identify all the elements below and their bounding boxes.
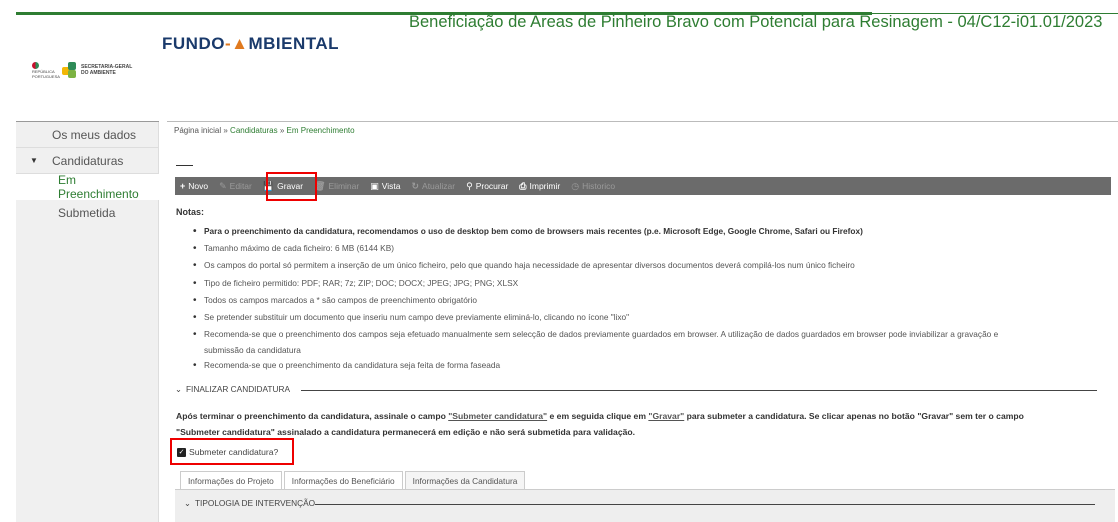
republica-logo: REPÚBLICA PORTUGUESA xyxy=(32,61,60,79)
note-item: Todos os campos marcados a * são campos … xyxy=(193,292,1103,309)
tabs: Informações do Projeto Informações do Be… xyxy=(180,471,527,489)
note-item: Os campos do portal só permitem a inserç… xyxy=(193,257,1103,274)
vista-button[interactable]: ▣ Vista xyxy=(370,177,400,195)
eliminar-button[interactable]: 🗑 Eliminar xyxy=(314,177,359,195)
finalizar-instructions: Após terminar o preenchimento da candida… xyxy=(176,411,1024,437)
main-content: Página inicial » Candidaturas » Em Preen… xyxy=(167,121,1118,522)
atualizar-button[interactable]: ↻ Atualizar xyxy=(411,177,455,195)
procurar-button[interactable]: ⚲ Procurar xyxy=(466,177,508,195)
notes-list: Para o preenchimento da candidatura, rec… xyxy=(193,223,1103,375)
finalizar-section-toggle[interactable]: ⌄ FINALIZAR CANDIDATURA xyxy=(175,384,290,394)
print-icon: ⎙ xyxy=(519,180,527,191)
sidebar-item-candidaturas[interactable]: ▼ Candidaturas xyxy=(16,148,159,174)
pencil-icon: ✎ xyxy=(219,180,227,191)
view-icon: ▣ xyxy=(370,180,379,191)
section-divider xyxy=(176,165,193,166)
plus-icon: + xyxy=(180,181,186,191)
sidebar: Os meus dados ▼ Candidaturas Em Preenchi… xyxy=(16,122,159,522)
sidebar-item-label: Candidaturas xyxy=(52,153,124,168)
government-logos: REPÚBLICA PORTUGUESA SECRETARIA-GERAL DO… xyxy=(32,50,160,90)
editar-button[interactable]: ✎ Editar xyxy=(219,177,252,195)
gravar-highlight-box xyxy=(266,172,317,201)
chevron-down-icon: ⌄ xyxy=(175,384,182,394)
sidebar-item-label: Os meus dados xyxy=(52,127,137,142)
finalizar-divider xyxy=(301,390,1097,391)
notes-title: Notas: xyxy=(176,207,205,217)
imprimir-button[interactable]: ⎙ Imprimir xyxy=(519,177,560,195)
breadcrumb-candidaturas[interactable]: Candidaturas xyxy=(230,126,278,135)
breadcrumb-em-preenchimento[interactable]: Em Preenchimento xyxy=(287,126,355,135)
note-item: Recomenda-se que o preenchimento dos cam… xyxy=(193,326,1103,357)
note-item: Para o preenchimento da candidatura, rec… xyxy=(193,223,1103,240)
note-item: Tamanho máximo de cada ficheiro: 6 MB (6… xyxy=(193,240,1103,257)
secretaria-geral-logo: SECRETARIA-GERAL DO AMBIENTE xyxy=(62,62,132,78)
novo-button[interactable]: + Novo xyxy=(180,177,208,195)
breadcrumb: Página inicial » Candidaturas » Em Preen… xyxy=(174,126,355,135)
note-item: Tipo de ficheiro permitido: PDF; RAR; 7z… xyxy=(193,275,1103,292)
tab-informacoes-candidatura[interactable]: Informações da Candidatura xyxy=(404,471,526,489)
main-top-divider xyxy=(167,121,1118,122)
caret-down-icon: ▼ xyxy=(30,156,38,165)
fundo-ambiental-logo: FUNDO-▲MBIENTAL xyxy=(162,34,340,53)
chevron-down-icon: ⌄ xyxy=(184,498,191,508)
tipologia-section-toggle[interactable]: ⌄ TIPOLOGIA DE INTERVENÇÃO xyxy=(184,498,315,508)
refresh-icon: ↻ xyxy=(411,180,420,191)
sidebar-item-em-preenchimento[interactable]: Em Preenchimento xyxy=(16,173,159,201)
sidebar-item-os-meus-dados[interactable]: Os meus dados xyxy=(16,122,159,148)
search-icon: ⚲ xyxy=(466,180,473,191)
tab-informacoes-beneficiario[interactable]: Informações do Beneficiário xyxy=(283,471,403,489)
breadcrumb-home[interactable]: Página inicial xyxy=(174,126,221,135)
leaf-icon xyxy=(62,62,78,78)
sidebar-item-label: Submetida xyxy=(58,206,116,220)
page-title: Beneficiação de Areas de Pinheiro Bravo … xyxy=(409,13,1103,31)
tab-informacoes-projeto[interactable]: Informações do Projeto xyxy=(180,471,282,489)
tab-panel: ⌄ TIPOLOGIA DE INTERVENÇÃO xyxy=(175,490,1115,522)
sidebar-item-submetida[interactable]: Submetida xyxy=(16,200,159,226)
tipologia-divider xyxy=(315,504,1095,505)
historico-button[interactable]: ◷ Historico xyxy=(571,177,615,195)
note-item: Se pretender substituir um documento que… xyxy=(193,309,1103,326)
sidebar-item-label: Em Preenchimento xyxy=(58,173,139,201)
submeter-highlight-box xyxy=(170,438,294,465)
history-icon: ◷ xyxy=(571,180,580,191)
note-item: Recomenda-se que o preenchimento da cand… xyxy=(193,357,1103,374)
